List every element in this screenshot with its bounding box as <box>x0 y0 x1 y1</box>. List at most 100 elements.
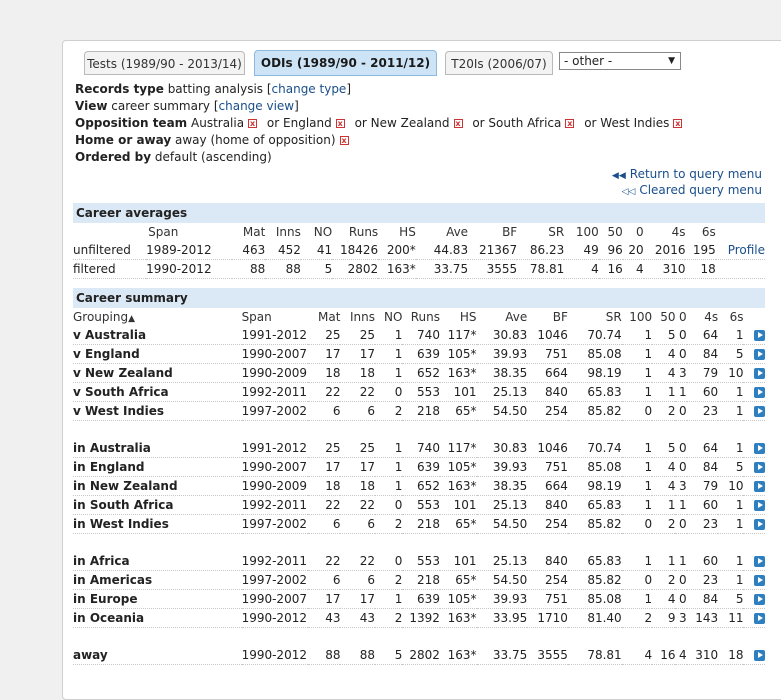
table-cell: 5 <box>652 439 676 458</box>
table-cell: 85.82 <box>567 514 622 534</box>
play-icon[interactable] <box>754 406 765 417</box>
play-icon[interactable] <box>754 330 765 341</box>
table-cell: 39.93 <box>476 457 528 477</box>
play-icon[interactable] <box>754 368 765 379</box>
change-type-link[interactable]: change type <box>272 82 347 96</box>
play-icon[interactable] <box>754 462 765 473</box>
table-cell: 0 <box>675 326 687 345</box>
opposition-team: or South Africa <box>472 116 562 130</box>
play-icon[interactable] <box>754 349 765 360</box>
table-cell: 163* <box>378 259 416 279</box>
other-format-select[interactable]: - other - ▼ <box>559 52 681 70</box>
table-cell: 1992-2011 <box>241 495 308 515</box>
table-cell: 65.83 <box>567 382 622 402</box>
table-cell: 4 <box>652 476 676 496</box>
table-cell: 88 <box>265 259 301 279</box>
cleared-query-link[interactable]: ◁◁ Cleared query menu <box>612 183 762 199</box>
play-icon[interactable] <box>754 556 765 567</box>
table-cell: unfiltered <box>73 241 147 260</box>
career-summary-table: Career summary Grouping▲ Span Mat Inns NO Run… <box>73 288 765 665</box>
remove-icon[interactable]: x <box>453 119 463 128</box>
grouping-cell: away <box>73 646 242 665</box>
table-cell: 101 <box>439 495 477 515</box>
table-cell: 65* <box>439 401 477 421</box>
tab-tests[interactable]: Tests (1989/90 - 2013/14) <box>84 51 245 75</box>
remove-icon[interactable]: x <box>335 119 345 128</box>
tab-t20is[interactable]: T20Is (2006/07) <box>445 51 553 75</box>
remove-icon[interactable]: x <box>248 119 258 128</box>
change-view-link[interactable]: change view <box>219 99 295 113</box>
column-header: 0 <box>636 225 644 239</box>
table-cell: 1 <box>374 344 403 364</box>
table-cell: 652 <box>402 476 440 496</box>
table-cell: 2 <box>652 514 676 534</box>
table-cell: 2 <box>621 608 653 628</box>
table-cell: 2 <box>374 608 403 628</box>
table-cell: 1 <box>675 382 687 402</box>
home-away-label: Home or away <box>75 133 172 147</box>
table-row: v England 1990-2007 17 17 1 639 105* 39.93 751 85… <box>73 344 765 364</box>
play-icon[interactable] <box>754 519 765 530</box>
table-cell: 4 <box>652 363 676 383</box>
table-cell: 664 <box>527 476 568 496</box>
table-cell: 5 <box>718 589 744 609</box>
play-icon[interactable] <box>754 387 765 398</box>
grouping-cell: in England <box>73 457 242 477</box>
spacer-cell <box>73 534 765 553</box>
table-cell: 1990-2012 <box>241 608 308 628</box>
return-query-link[interactable]: ◀◀ Return to query menu <box>612 167 762 183</box>
rewind-icon: ◁◁ <box>621 187 636 197</box>
query-summary: Records type batting analysis [change ty… <box>75 81 688 166</box>
table-cell: 1 <box>652 382 676 402</box>
table-cell: 79 <box>686 476 719 496</box>
table-cell: 18 <box>340 363 375 383</box>
profile-link[interactable]: Profile <box>728 243 765 257</box>
play-icon[interactable] <box>754 575 765 586</box>
table-cell: 1710 <box>527 608 568 628</box>
play-icon[interactable] <box>754 594 765 605</box>
records-type-label: Records type <box>75 82 164 96</box>
play-icon[interactable] <box>754 650 765 661</box>
table-cell: 2 <box>652 401 676 421</box>
table-cell: 105* <box>439 344 477 364</box>
table-cell: 0 <box>675 439 687 458</box>
column-header: Inns <box>275 225 301 239</box>
table-cell: 43 <box>340 608 375 628</box>
table-row: in West Indies 1997-2002 6 6 2 218 65* 54.50 254… <box>73 514 765 534</box>
grouping-cell: in Oceania <box>73 608 242 628</box>
table-cell: 84 <box>686 589 719 609</box>
table-cell: 840 <box>527 382 568 402</box>
table-cell: 553 <box>402 495 440 515</box>
remove-icon[interactable]: x <box>565 119 575 128</box>
column-header[interactable]: Grouping▲ <box>73 308 242 326</box>
column-header: Mat <box>318 310 341 324</box>
table-cell: 38.35 <box>476 363 528 383</box>
opposition-label: Opposition team <box>75 116 188 130</box>
table-cell: 1 <box>374 326 403 345</box>
table-cell: 664 <box>527 363 568 383</box>
table-cell: 2 <box>374 514 403 534</box>
play-icon[interactable] <box>754 613 765 624</box>
play-icon[interactable] <box>754 481 765 492</box>
table-cell: 0 <box>621 570 653 590</box>
table-cell: 117* <box>439 326 477 345</box>
remove-icon[interactable]: x <box>673 119 683 128</box>
table-row: in Australia 1991-2012 25 25 1 740 117* 30.83 10… <box>73 439 765 458</box>
play-icon[interactable] <box>754 500 765 511</box>
table-row: v New Zealand 1990-2009 18 18 1 652 163* 38.35 6… <box>73 363 765 383</box>
table-cell <box>743 476 765 496</box>
table-cell: 21367 <box>468 241 518 260</box>
grouping-sort-label[interactable]: Grouping <box>73 310 128 324</box>
column-header: 6s <box>701 225 716 239</box>
column-header: Ave <box>446 225 469 239</box>
table-cell: 4 <box>652 589 676 609</box>
tab-odis[interactable]: ODIs (1989/90 - 2011/12) <box>254 50 437 76</box>
table-cell: 143 <box>686 608 719 628</box>
play-icon[interactable] <box>754 443 765 454</box>
table-cell: 105* <box>439 589 477 609</box>
remove-icon[interactable]: x <box>339 136 349 145</box>
table-cell: 3 <box>675 608 687 628</box>
table-cell: 6 <box>307 570 341 590</box>
table-cell: 60 <box>686 495 719 515</box>
table-cell: Profile <box>715 241 765 260</box>
